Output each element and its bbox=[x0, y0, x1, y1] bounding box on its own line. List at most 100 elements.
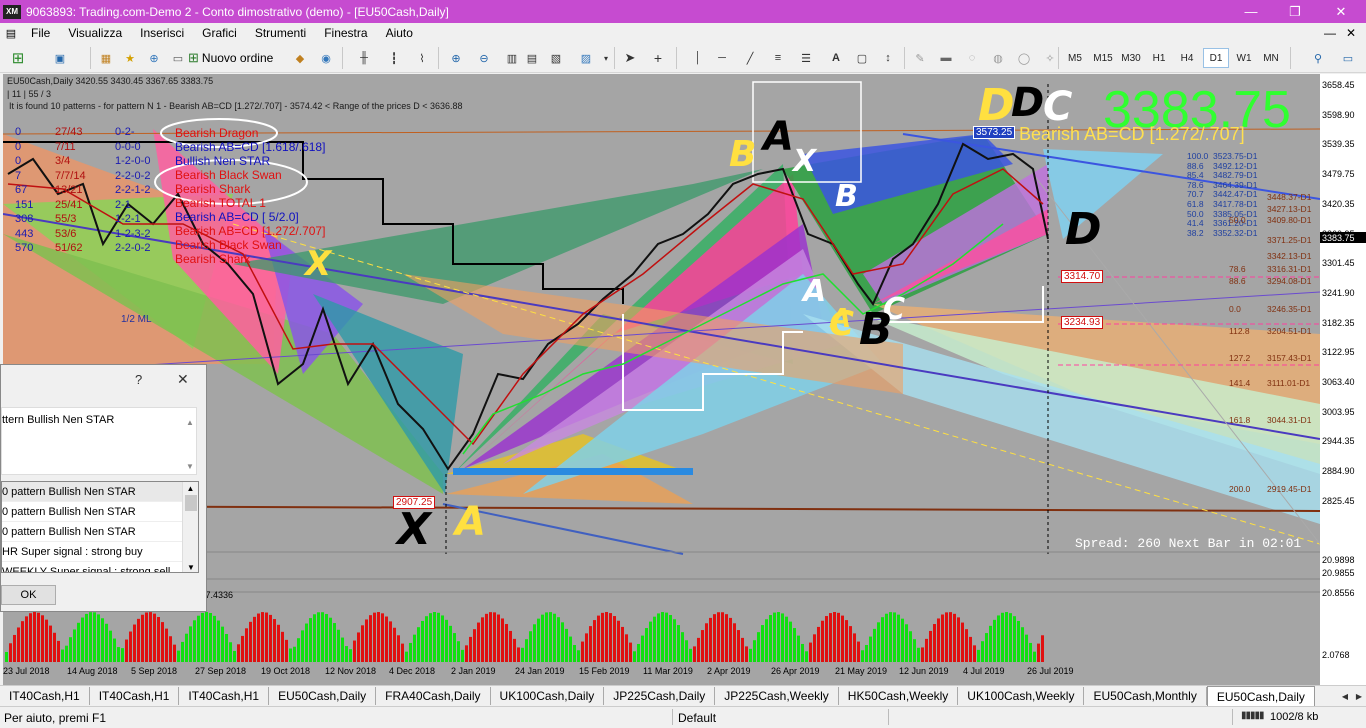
autotrading-icon[interactable]: ◆ bbox=[290, 49, 310, 67]
vertical-line-icon[interactable]: │ bbox=[688, 49, 708, 67]
chart-tab[interactable]: EU50Cash,Daily bbox=[1206, 685, 1315, 707]
crosshair-icon[interactable]: + bbox=[648, 49, 668, 67]
market-watch-icon[interactable]: ▦ bbox=[96, 49, 116, 67]
oscillator-bar bbox=[549, 612, 552, 662]
chevron-down-icon[interactable]: ▼ bbox=[187, 563, 195, 572]
time-axis-label: 14 Aug 2018 bbox=[67, 666, 118, 676]
arrows-icon[interactable]: ↕ bbox=[878, 49, 898, 67]
list-item[interactable]: 0 pattern Bullish Nen STAR bbox=[2, 482, 182, 502]
mdi-close-button[interactable]: ✕ bbox=[1346, 26, 1356, 40]
oscillator-bar bbox=[785, 616, 788, 662]
chart-tab[interactable]: UK100Cash,Weekly bbox=[958, 687, 1085, 705]
chart-tab[interactable]: IT40Cash,H1 bbox=[179, 687, 270, 705]
oscillator-bar bbox=[733, 623, 736, 662]
chart-tab[interactable]: EU50Cash,Daily bbox=[269, 687, 377, 705]
text-label-icon[interactable]: ▢ bbox=[852, 49, 872, 67]
navigator-icon[interactable]: ★ bbox=[120, 49, 140, 67]
tabs-left-icon[interactable]: ◀ bbox=[1342, 692, 1348, 701]
scroll-thumb[interactable] bbox=[184, 495, 197, 511]
zoom-in-icon[interactable]: ⊕ bbox=[446, 49, 466, 67]
timeframe-mn[interactable]: MN bbox=[1258, 48, 1284, 68]
legend-pattern: Bearish TOTAL 1 bbox=[175, 196, 266, 210]
profiles-icon[interactable]: ▣ bbox=[50, 49, 70, 67]
draw-icon[interactable]: ✎ bbox=[910, 49, 930, 67]
line-chart-icon[interactable]: ⌇ bbox=[412, 49, 432, 67]
fib-price: 3294.08-D1 bbox=[1267, 276, 1312, 286]
scroll-down-icon[interactable]: ▼ bbox=[186, 462, 194, 471]
fib-price: 3417.78-D1 bbox=[1213, 199, 1258, 209]
list-item[interactable]: WEEKLY Super signal : strong sell bbox=[2, 562, 182, 573]
oscillator-bar bbox=[317, 612, 320, 662]
close-window-button[interactable]: ✕ bbox=[1318, 0, 1364, 23]
magnet-icon[interactable]: ✧ bbox=[1040, 49, 1060, 67]
data-window-icon[interactable]: ⊕ bbox=[144, 49, 164, 67]
chart-tab[interactable]: EU50Cash,Monthly bbox=[1084, 687, 1207, 705]
chart-tab[interactable]: JP225Cash,Daily bbox=[604, 687, 716, 705]
indicators-dropdown-icon[interactable]: ▾ bbox=[596, 49, 616, 67]
chart-tab[interactable]: UK100Cash,Daily bbox=[491, 687, 605, 705]
maximize-button[interactable]: ❐ bbox=[1272, 0, 1318, 23]
candlestick-icon[interactable]: ┇ bbox=[384, 49, 404, 67]
menu-view[interactable]: Visualizza bbox=[59, 26, 131, 40]
timeframe-m30[interactable]: M30 bbox=[1118, 48, 1144, 68]
menu-window[interactable]: Finestra bbox=[315, 26, 376, 40]
tile-windows-icon[interactable]: ▥ bbox=[502, 49, 522, 67]
minimize-button[interactable]: — bbox=[1228, 0, 1274, 23]
menu-tools[interactable]: Strumenti bbox=[246, 26, 315, 40]
alert-list[interactable]: 0 pattern Bullish Nen STAR 0 pattern Bull… bbox=[1, 481, 199, 573]
chart-tab[interactable]: HK50Cash,Weekly bbox=[839, 687, 959, 705]
oscillator-bar bbox=[353, 640, 356, 662]
help-icon[interactable]: ? bbox=[135, 372, 142, 387]
chart-tab[interactable]: IT40Cash,H1 bbox=[90, 687, 180, 705]
indicators-icon[interactable]: ▨ bbox=[576, 49, 596, 67]
terminal-icon[interactable]: ▭ bbox=[168, 49, 188, 67]
menu-file[interactable]: File bbox=[22, 26, 59, 40]
bar-chart-icon[interactable]: ╫ bbox=[354, 49, 374, 67]
text-tool-icon[interactable]: A bbox=[826, 49, 846, 67]
chart-shift-icon[interactable]: ▧ bbox=[546, 49, 566, 67]
ok-button[interactable]: OK bbox=[1, 585, 56, 605]
zoom-out-icon[interactable]: ⊖ bbox=[474, 49, 494, 67]
chart-tab[interactable]: IT40Cash,H1 bbox=[0, 687, 90, 705]
search-icon[interactable]: ⚲ bbox=[1308, 49, 1328, 67]
menu-charts[interactable]: Grafici bbox=[193, 26, 246, 40]
timeframe-m15[interactable]: M15 bbox=[1090, 48, 1116, 68]
list-item[interactable]: 0 pattern Bullish Nen STAR bbox=[2, 502, 182, 522]
tabs-right-icon[interactable]: ▶ bbox=[1356, 692, 1362, 701]
menu-insert[interactable]: Inserisci bbox=[131, 26, 193, 40]
chart-tab[interactable]: JP225Cash,Weekly bbox=[715, 687, 839, 705]
cursor-icon[interactable]: ➤ bbox=[620, 49, 640, 67]
close-icon[interactable]: ✕ bbox=[177, 371, 189, 388]
list-scrollbar[interactable]: ▲ ▼ bbox=[182, 482, 198, 572]
cycle-icon[interactable]: ◌ bbox=[962, 49, 982, 67]
timeframe-w1[interactable]: W1 bbox=[1231, 48, 1257, 68]
options-icon[interactable]: ◉ bbox=[316, 49, 336, 67]
trendline-icon[interactable]: ╱ bbox=[740, 49, 760, 67]
timeframe-d1[interactable]: D1 bbox=[1203, 48, 1229, 68]
chart-icon[interactable]: ▤ bbox=[0, 27, 22, 40]
equidistant-channel-icon[interactable]: ≡ bbox=[768, 49, 788, 67]
list-item[interactable]: HR Super signal : strong buy bbox=[2, 542, 182, 562]
menu-help[interactable]: Aiuto bbox=[377, 26, 422, 40]
gann-icon[interactable]: ◍ bbox=[988, 49, 1008, 67]
community-icon[interactable]: ▭ bbox=[1338, 49, 1358, 67]
autoscroll-icon[interactable]: ▤ bbox=[522, 49, 542, 67]
timeframe-h4[interactable]: H4 bbox=[1174, 48, 1200, 68]
list-item[interactable]: 0 pattern Bullish Nen STAR bbox=[2, 522, 182, 542]
timeframe-h1[interactable]: H1 bbox=[1146, 48, 1172, 68]
new-order-button[interactable]: ⊞ Nuovo ordine bbox=[188, 49, 282, 67]
oscillator-bar bbox=[889, 612, 892, 662]
chevron-up-icon[interactable]: ▲ bbox=[183, 484, 198, 493]
scroll-up-icon[interactable]: ▲ bbox=[186, 418, 194, 427]
new-chart-icon[interactable]: ⊞ bbox=[8, 49, 28, 67]
ellipse-icon[interactable]: ◯ bbox=[1014, 49, 1034, 67]
fib-pct: 0.0 bbox=[1229, 304, 1241, 314]
price-axis-label: 3539.35 bbox=[1322, 139, 1355, 150]
horizontal-line-icon[interactable]: ─ bbox=[712, 49, 732, 67]
fibonacci-icon[interactable]: ☰ bbox=[796, 49, 816, 67]
rectangle-icon[interactable]: ▬ bbox=[936, 49, 956, 67]
price-axis[interactable]: 3658.453598.903539.353479.753420.353360.… bbox=[1320, 74, 1366, 685]
timeframe-m5[interactable]: M5 bbox=[1062, 48, 1088, 68]
chart-tab[interactable]: FRA40Cash,Daily bbox=[376, 687, 491, 705]
mdi-minimize-button[interactable]: — bbox=[1324, 26, 1336, 40]
